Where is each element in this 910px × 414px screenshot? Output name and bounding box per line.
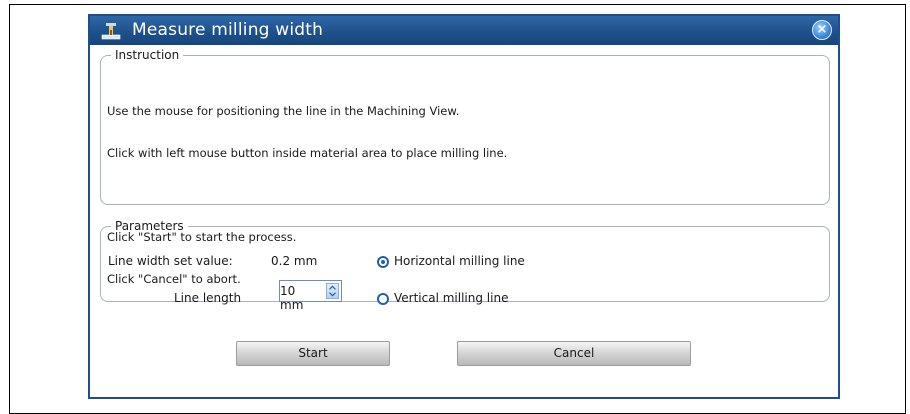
parameters-legend: Parameters: [115, 219, 184, 233]
parameters-group: Parameters Line width set value: 0.2 mm …: [100, 219, 830, 312]
measure-dialog: Measure milling width × Instruction Use …: [88, 14, 840, 399]
stepper-arrows-icon[interactable]: [326, 283, 339, 299]
line-width-label: Line width set value:: [108, 254, 233, 268]
instruction-line: Use the mouse for positioning the line i…: [107, 104, 460, 118]
radio-vertical-label[interactable]: Vertical milling line: [394, 291, 508, 305]
cancel-button[interactable]: Cancel: [457, 341, 691, 366]
start-button[interactable]: Start: [236, 341, 390, 366]
radio-horizontal[interactable]: [377, 256, 389, 268]
title-bar: Measure milling width ×: [90, 16, 838, 45]
instruction-line: [107, 188, 507, 202]
dialog-title: Measure milling width: [132, 20, 324, 40]
milling-machine-icon: [101, 23, 121, 40]
radio-vertical[interactable]: [377, 293, 389, 305]
instruction-group: Instruction Use the mouse for positionin…: [100, 48, 830, 286]
radio-horizontal-label[interactable]: Horizontal milling line: [394, 254, 525, 268]
line-length-label: Line length: [174, 291, 242, 305]
instruction-line: Click with left mouse button inside mate…: [107, 146, 508, 160]
line-length-stepper[interactable]: 10 mm: [279, 280, 342, 312]
line-width-value: 0.2 mm: [271, 254, 318, 268]
line-length-value: 10 mm: [280, 284, 304, 312]
instruction-legend: Instruction: [115, 48, 180, 62]
close-icon[interactable]: ×: [812, 20, 832, 40]
